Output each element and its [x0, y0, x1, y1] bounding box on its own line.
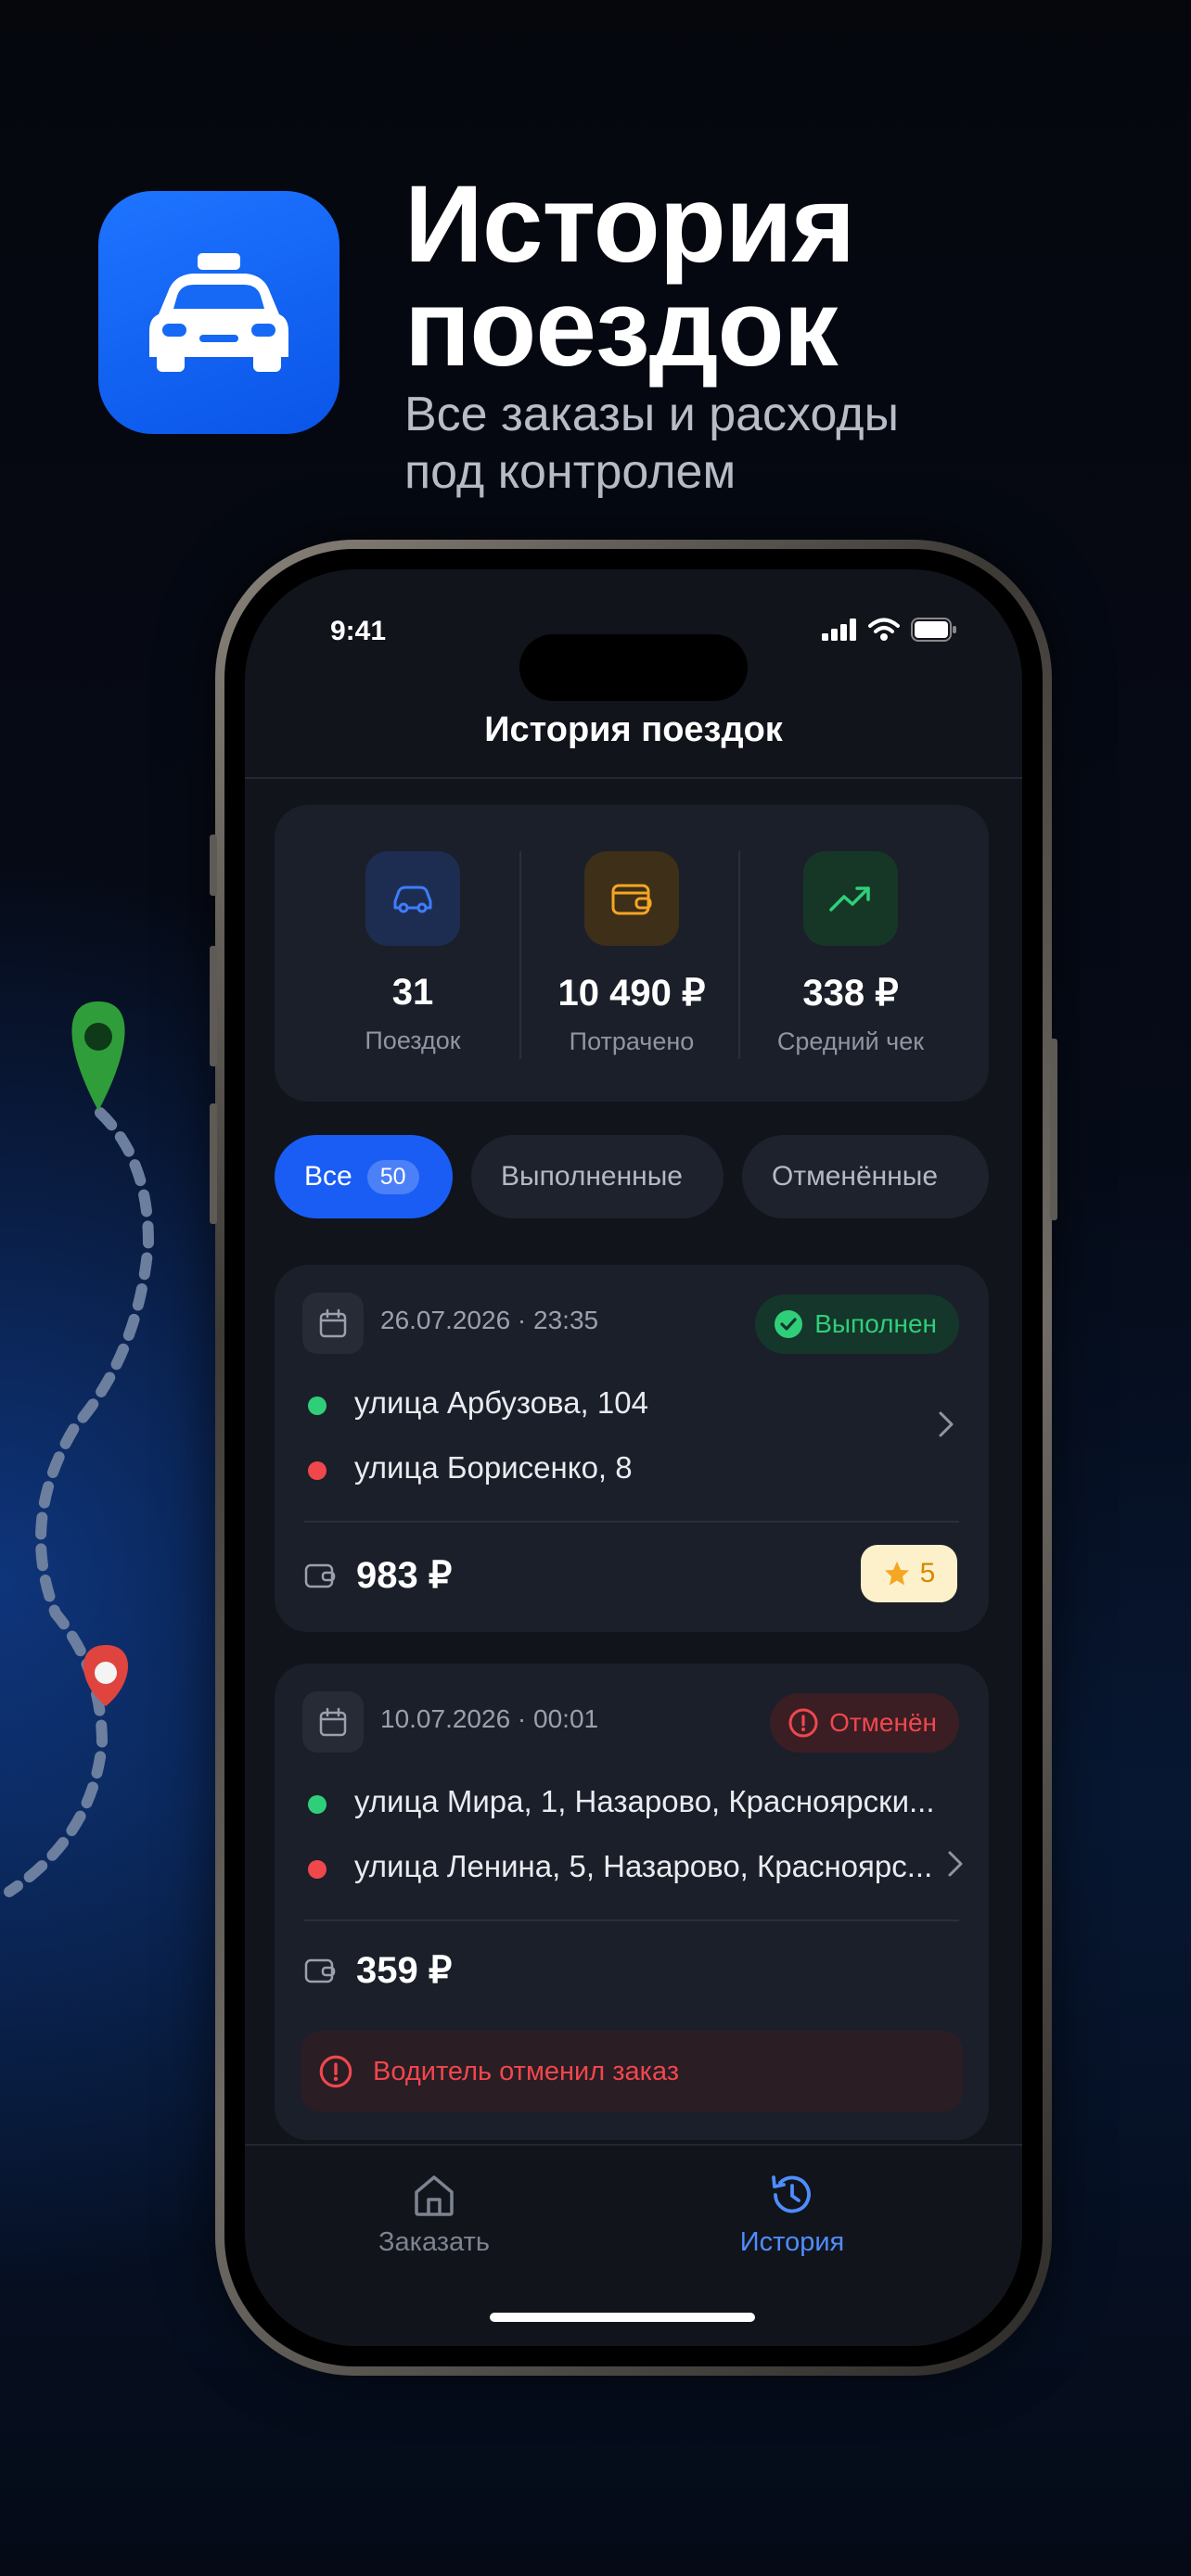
stat-value: 10 490 ₽	[557, 973, 706, 1014]
trending-up-icon	[829, 886, 870, 912]
origin-address: улица Мира, 1, Назарово, Красноярски...	[354, 1784, 935, 1818]
status-time: 9:41	[330, 616, 387, 646]
route-illustration	[4, 1001, 155, 1897]
volume-down-button	[210, 1103, 217, 1224]
promo-headline: История поездок	[404, 163, 855, 389]
trip-card[interactable]: 26.07.2026 · 23:35 Выполнен улица Арбузо…	[275, 1265, 989, 1632]
stats-card: 31 Поездок 10 490 ₽ Потрачено 338 ₽ Сред…	[275, 805, 989, 1102]
origin-address: улица Арбузова, 104	[354, 1385, 648, 1420]
destination-dot	[308, 1461, 327, 1480]
action-button	[210, 835, 217, 896]
start-pin-icon	[71, 1001, 125, 1111]
trip-date: 10.07.2026 · 00:01	[380, 1704, 599, 1733]
trip-price: 359 ₽	[356, 1950, 453, 1991]
stat-label: Поездок	[365, 1027, 461, 1054]
phone-screen: 9:41 История поездок 31 Поездок 10 490 ₽…	[245, 569, 1022, 2346]
wallet-icon	[304, 1563, 336, 1588]
stat-label: Средний чек	[776, 1027, 925, 1055]
volume-up-button	[210, 946, 217, 1066]
app-icon	[98, 191, 339, 434]
stat-label: Потрачено	[569, 1027, 695, 1055]
signal-icon	[822, 618, 856, 641]
nav-divider	[245, 777, 1022, 779]
status-badge: Отменён	[770, 1693, 959, 1753]
status-bar: 9:41	[245, 608, 1022, 701]
end-pin-icon	[83, 1645, 129, 1706]
alert-circle-icon	[319, 2055, 352, 2088]
origin-dot	[308, 1396, 327, 1415]
cancel-reason: Водитель отменил заказ	[301, 2031, 963, 2112]
stat-trips: 31 Поездок	[306, 851, 519, 1055]
tab-history[interactable]: История	[690, 2170, 894, 2258]
trip-date: 26.07.2026 · 23:35	[380, 1306, 599, 1334]
tab-bar: Заказать История	[245, 2144, 1022, 2346]
wifi-icon	[868, 618, 900, 641]
filter-tabs: Все 50 Выполненные Отменённые	[275, 1135, 989, 1218]
stat-value: 338 ₽	[802, 973, 899, 1014]
home-icon	[415, 2175, 454, 2216]
tab-all[interactable]: Все 50	[275, 1135, 453, 1218]
destination-dot	[308, 1860, 327, 1879]
tab-completed[interactable]: Выполненные	[471, 1135, 724, 1218]
origin-dot	[308, 1795, 327, 1814]
calendar-icon	[319, 1707, 347, 1737]
stat-spent: 10 490 ₽ Потрачено	[525, 851, 738, 1056]
check-circle-icon	[775, 1310, 803, 1338]
stat-average: 338 ₽ Средний чек	[744, 851, 957, 1056]
star-icon	[884, 1562, 909, 1586]
stat-value: 31	[391, 972, 434, 1013]
home-indicator	[490, 2313, 755, 2322]
taxi-car-icon	[149, 253, 288, 372]
tab-cancelled[interactable]: Отменённые	[742, 1135, 989, 1218]
destination-address: улица Ленина, 5, Назарово, Красноярс...	[354, 1849, 933, 1883]
tab-order[interactable]: Заказать	[332, 2170, 536, 2258]
count-badge: 50	[366, 1159, 419, 1194]
chevron-right-icon	[939, 1411, 954, 1437]
wallet-icon	[304, 1958, 336, 1983]
car-icon	[393, 886, 432, 913]
page-title: История поездок	[484, 710, 783, 749]
battery-icon	[911, 618, 956, 642]
alert-circle-icon	[788, 1708, 818, 1738]
wallet-icon	[611, 884, 652, 915]
trip-card[interactable]: 10.07.2026 · 00:01 Отменён улица Мира, 1…	[275, 1664, 989, 2140]
rating-badge: 5	[861, 1545, 957, 1602]
destination-address: улица Борисенко, 8	[354, 1450, 633, 1485]
dynamic-island	[519, 634, 748, 701]
chevron-right-icon	[948, 1851, 963, 1877]
calendar-icon	[319, 1308, 347, 1338]
trip-price: 983 ₽	[356, 1555, 453, 1596]
history-icon	[772, 2175, 811, 2213]
promo-subtitle: Все заказы и расходы под контролем	[404, 388, 899, 499]
power-button	[1050, 1039, 1057, 1220]
status-badge: Выполнен	[755, 1294, 959, 1354]
